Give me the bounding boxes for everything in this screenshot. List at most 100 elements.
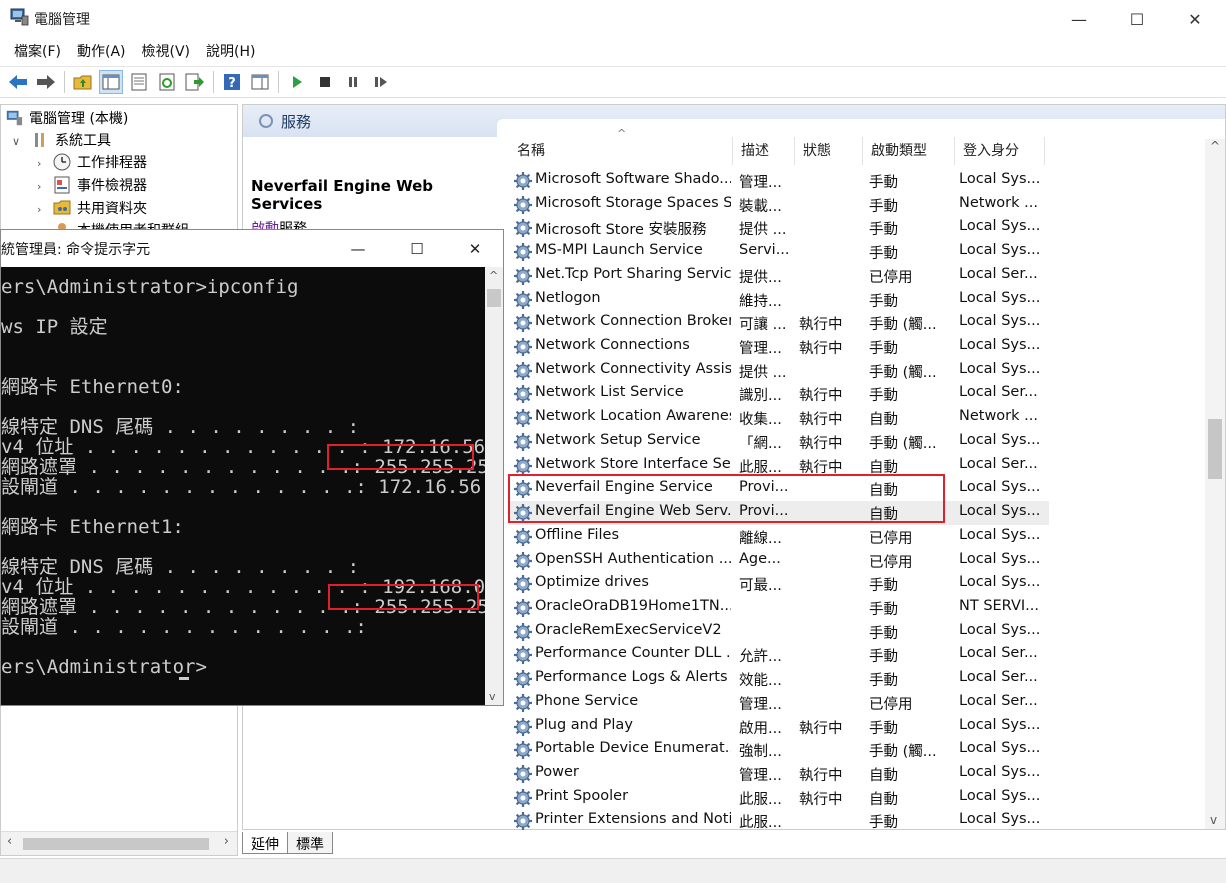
table-row[interactable]: OracleRemExecServiceV2 手動 Local Sys... <box>509 620 1049 644</box>
cell-status: 執行中 <box>799 791 843 808</box>
help-icon[interactable]: ? <box>220 70 244 94</box>
service-gear-icon <box>513 693 533 713</box>
console-view-icon[interactable] <box>248 70 272 94</box>
table-row[interactable]: Network Location Awareness 收集... 執行中 自動 Netw… <box>509 406 1049 430</box>
table-row[interactable]: Network Setup Service 「網... 執行中 手動 (觸... Loc… <box>509 430 1049 454</box>
properties-icon[interactable] <box>127 70 151 94</box>
table-row[interactable]: Network Connectivity Assis... 提供 ... 手動 (觸… <box>509 359 1049 383</box>
play-icon[interactable] <box>285 70 309 94</box>
cell-name: Microsoft Storage Spaces S... <box>535 194 731 211</box>
cell-startup: 手動 (觸... <box>869 744 937 761</box>
service-gear-icon <box>513 361 533 381</box>
cell-logon: Local Sys... <box>959 550 1041 567</box>
cell-logon: Local Sys... <box>959 811 1041 828</box>
cell-name: Microsoft Software Shado... <box>535 171 731 187</box>
cmd-vertical-scrollbar[interactable]: ^ v <box>485 267 503 705</box>
table-row[interactable]: Printer Extensions and Noti... 此服... 手動 Loc… <box>509 809 1049 833</box>
up-folder-icon[interactable] <box>71 70 95 94</box>
export-icon[interactable] <box>183 70 207 94</box>
service-gear-icon <box>513 456 533 476</box>
table-row[interactable]: Phone Service 管理... 已停用 Local Ser... <box>509 691 1049 715</box>
table-row[interactable]: Microsoft Software Shado... 管理... 手動 Local … <box>509 169 1049 193</box>
cmd-minimize-button[interactable]: — <box>331 230 385 267</box>
cell-desc: 管理... <box>739 175 782 191</box>
table-row[interactable]: Optimize drives 可最... 手動 Local Sys... <box>509 572 1049 596</box>
maximize-button[interactable]: ☐ <box>1108 0 1166 38</box>
close-button[interactable]: ✕ <box>1166 0 1224 38</box>
menu-action[interactable]: 動作(A) <box>69 41 134 61</box>
table-row[interactable]: Net.Tcp Port Sharing Service 提供... 已停用 Loca… <box>509 264 1049 288</box>
cmd-console-output[interactable]: ers\Administrator>ipconfig ws IP 設定 網路卡 Et… <box>1 267 485 705</box>
tab-extended[interactable]: 延伸 <box>242 832 288 854</box>
menu-bar: 檔案(F) 動作(A) 檢視(V) 說明(H) <box>0 38 1226 64</box>
table-row[interactable]: Print Spooler 此服... 執行中 自動 Local Sys... <box>509 786 1049 810</box>
cmd-maximize-button[interactable]: ☐ <box>390 230 444 267</box>
tree-item-shared-folders[interactable]: 共用資料夾 <box>53 197 147 219</box>
services-vertical-scrollbar[interactable]: ^ v <box>1205 139 1225 829</box>
cell-startup: 手動 <box>869 625 898 642</box>
stop-icon[interactable] <box>313 70 337 94</box>
table-row[interactable]: Microsoft Storage Spaces S... 裝載... 手動 Netw… <box>509 193 1049 217</box>
table-row[interactable]: Microsoft Store 安裝服務 提供 ... 手動 Local Sys... <box>509 216 1049 240</box>
scroll-down-icon[interactable]: v <box>489 690 496 703</box>
menu-help[interactable]: 說明(H) <box>198 41 263 61</box>
cell-name: Network Setup Service <box>535 431 701 448</box>
scroll-down-icon[interactable]: v <box>1210 813 1217 827</box>
column-header-name[interactable]: 名稱 <box>509 137 733 165</box>
table-row[interactable]: Performance Counter DLL ... 允許... 手動 Local … <box>509 643 1049 667</box>
table-row[interactable]: Network List Service 識別... 執行中 手動 Local Ser.… <box>509 382 1049 406</box>
table-row[interactable]: Power 管理... 執行中 自動 Local Sys... <box>509 762 1049 786</box>
table-row[interactable]: Network Connection Broker 可讓 ... 執行中 手動 (觸.… <box>509 311 1049 335</box>
scroll-up-icon[interactable]: ^ <box>1210 139 1220 153</box>
cell-name: Network List Service <box>535 384 684 401</box>
clock-icon <box>53 153 71 171</box>
column-header-description[interactable]: 描述 <box>733 137 795 165</box>
column-header-startup-type[interactable]: 啟動類型 <box>863 137 955 165</box>
tree-item-task-scheduler[interactable]: 工作排程器 <box>53 151 147 173</box>
scroll-left-icon[interactable]: ‹ <box>7 834 12 849</box>
chevron-right-icon[interactable]: › <box>37 180 41 193</box>
tree-root[interactable]: 電腦管理 (本機) <box>5 107 128 129</box>
cmd-title-bar: 統管理員: 命令提示字元 — ☐ ✕ <box>1 230 503 267</box>
scrollbar-thumb[interactable] <box>1208 419 1222 479</box>
chevron-right-icon[interactable]: › <box>37 203 41 216</box>
table-row[interactable]: Netlogon 維持... 手動 Local Sys... <box>509 288 1049 312</box>
cell-logon: Local Ser... <box>959 692 1038 709</box>
chevron-down-icon[interactable]: ∨ <box>12 135 20 148</box>
table-row[interactable]: Plug and Play 啟用... 執行中 手動 Local Sys... <box>509 715 1049 739</box>
back-arrow-icon[interactable] <box>6 70 30 94</box>
service-gear-icon <box>513 432 533 452</box>
scroll-up-icon[interactable]: ^ <box>489 269 498 282</box>
minimize-button[interactable]: — <box>1050 0 1108 38</box>
console-line: 網路卡 Ethernet1: <box>1 516 184 538</box>
table-row[interactable]: Performance Logs & Alerts 效能... 手動 Local Se… <box>509 667 1049 691</box>
column-header-logon[interactable]: 登入身分 <box>955 137 1045 165</box>
pause-icon[interactable] <box>341 70 365 94</box>
forward-arrow-icon[interactable] <box>34 70 58 94</box>
column-header-status[interactable]: 狀態 <box>795 137 863 165</box>
scrollbar-thumb[interactable] <box>487 289 501 307</box>
menu-view[interactable]: 檢視(V) <box>134 41 199 61</box>
cmd-close-button[interactable]: ✕ <box>448 230 502 267</box>
table-row[interactable]: MS-MPI Launch Service Servi... 手動 Local Sys… <box>509 240 1049 264</box>
chevron-right-icon[interactable]: › <box>37 157 41 170</box>
tree-item-system-tools[interactable]: 系統工具 <box>31 129 111 151</box>
tree-item-event-viewer[interactable]: 事件檢視器 <box>53 174 147 196</box>
tree-horizontal-scrollbar[interactable]: ‹ › <box>1 831 237 855</box>
cell-name: Netlogon <box>535 289 601 306</box>
table-row[interactable]: Network Connections 管理... 執行中 手動 Local Sys..… <box>509 335 1049 359</box>
scroll-right-icon[interactable]: › <box>224 834 229 849</box>
cell-status: 執行中 <box>799 435 843 452</box>
table-row[interactable]: OracleOraDB19Home1TN... 手動 NT SERVI... <box>509 596 1049 620</box>
show-tree-icon[interactable] <box>99 70 123 94</box>
table-row[interactable]: Offline Files 離線... 已停用 Local Sys... <box>509 525 1049 549</box>
restart-icon[interactable] <box>369 70 393 94</box>
menu-file[interactable]: 檔案(F) <box>6 41 69 61</box>
table-row[interactable]: Portable Device Enumerat... 強制... 手動 (觸...… <box>509 738 1049 762</box>
refresh-icon[interactable] <box>155 70 179 94</box>
cell-startup: 已停用 <box>869 530 913 547</box>
tab-standard[interactable]: 標準 <box>287 832 333 854</box>
table-row[interactable]: OpenSSH Authentication ... Age... 已停用 Local… <box>509 549 1049 573</box>
scrollbar-thumb[interactable] <box>23 838 209 850</box>
tools-icon <box>35 133 44 147</box>
